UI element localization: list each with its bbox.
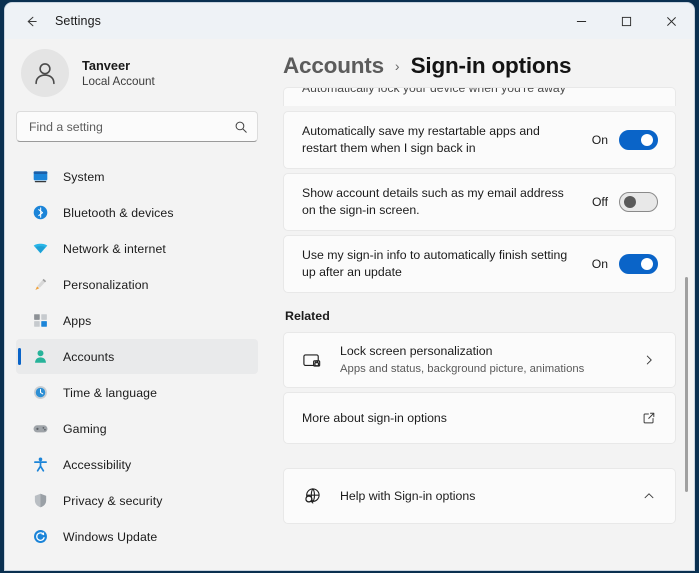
setting-toggle-row[interactable]: Automatically save my restartable apps a… [283,111,676,169]
accessibility-icon [32,456,49,473]
toggle-state-label: On [589,257,608,271]
system-icon [32,168,49,185]
time-language-icon [32,384,49,401]
sidebar-item-label: Bluetooth & devices [63,206,174,220]
clipped-setting-label: Automatically lock your device when you'… [284,87,675,95]
chevron-right-icon[interactable] [639,354,659,366]
toggle-knob [641,134,653,146]
sidebar-item-label: Accounts [63,350,114,364]
main-content: Accounts › Sign-in options Automatically… [269,39,694,570]
sidebar-item-label: Accessibility [63,458,131,472]
sidebar-item-gaming[interactable]: Gaming [16,411,258,446]
maximize-icon[interactable] [604,3,649,39]
sidebar-item-network-internet[interactable]: Network & internet [16,231,258,266]
help-with-sign-in-options-row[interactable]: Help with Sign-in options [283,468,676,524]
page-header: Accounts › Sign-in options [269,39,694,87]
lock-screen-title: Lock screen personalization [340,343,622,360]
account-summary[interactable]: Tanveer Local Account [16,39,258,111]
lock-screen-personalization-row[interactable]: Lock screen personalization Apps and sta… [283,332,676,388]
toggle-control[interactable]: On [589,130,658,150]
network-icon [32,240,49,257]
settings-scroll-area[interactable]: Automatically lock your device when you'… [269,87,694,570]
sidebar-item-label: Apps [63,314,91,328]
search-input[interactable] [29,120,234,134]
setting-label: Automatically save my restartable apps a… [302,123,589,158]
setting-label: Show account details such as my email ad… [302,185,589,220]
settings-window: Settings T [4,2,695,571]
lock-screen-text: Lock screen personalization Apps and sta… [340,343,622,377]
scrollbar-thumb[interactable] [685,277,688,492]
sidebar-item-label: Network & internet [63,242,166,256]
sidebar-item-time-language[interactable]: Time & language [16,375,258,410]
lock-screen-icon [302,350,323,371]
account-type: Local Account [82,74,155,90]
setting-toggle-row[interactable]: Use my sign-in info to automatically fin… [283,235,676,293]
bluetooth-icon [32,204,49,221]
more-about-label: More about sign-in options [302,411,639,425]
window-body: Tanveer Local Account System Bluetooth & … [5,39,694,570]
scrollbar[interactable] [682,87,691,570]
related-section-title: Related [285,309,676,323]
search-icon[interactable] [234,120,248,134]
shield-icon [32,492,49,509]
back-arrow-icon[interactable] [13,6,49,36]
toggle-card-list: Automatically save my restartable apps a… [283,111,676,293]
breadcrumb-parent[interactable]: Accounts [283,53,384,79]
accounts-person-icon [32,348,49,365]
breadcrumb: Accounts › Sign-in options [283,53,694,79]
sidebar-item-bluetooth-devices[interactable]: Bluetooth & devices [16,195,258,230]
clipped-setting-row[interactable]: Automatically lock your device when you'… [283,87,676,106]
sidebar-item-accounts[interactable]: Accounts [16,339,258,374]
sidebar-item-label: Time & language [63,386,157,400]
setting-label: Use my sign-in info to automatically fin… [302,247,589,282]
sidebar-item-windows-update[interactable]: Windows Update [16,519,258,554]
sidebar-item-label: Privacy & security [63,494,163,508]
help-globe-icon [302,486,323,507]
toggle-control[interactable]: On [589,254,658,274]
sidebar-item-label: Windows Update [63,530,157,544]
toggle-switch[interactable] [619,254,658,274]
help-title: Help with Sign-in options [340,488,622,505]
toggle-state-label: On [589,133,608,147]
sidebar-nav: System Bluetooth & devices Network & inter… [16,159,258,554]
sidebar-item-accessibility[interactable]: Accessibility [16,447,258,482]
sidebar-item-personalization[interactable]: Personalization [16,267,258,302]
title-bar: Settings [5,3,694,39]
person-avatar-icon [21,49,69,97]
toggle-knob [641,258,653,270]
window-controls [559,3,694,39]
account-name: Tanveer [82,57,155,74]
sidebar-item-label: System [63,170,105,184]
sidebar: Tanveer Local Account System Bluetooth & … [5,39,269,570]
more-about-sign-in-options-row[interactable]: More about sign-in options [283,392,676,444]
help-text: Help with Sign-in options [340,488,622,505]
settings-list: Automatically lock your device when you'… [283,87,676,524]
setting-toggle-row[interactable]: Show account details such as my email ad… [283,173,676,231]
personalization-brush-icon [32,276,49,293]
sidebar-item-label: Gaming [63,422,107,436]
external-link-icon[interactable] [639,411,659,425]
toggle-control[interactable]: Off [589,192,658,212]
search-box[interactable] [16,111,258,142]
page-title: Sign-in options [411,53,572,79]
windows-update-icon [32,528,49,545]
toggle-switch[interactable] [619,130,658,150]
breadcrumb-separator-icon: › [395,58,400,74]
chevron-up-icon[interactable] [639,490,659,502]
sidebar-item-label: Personalization [63,278,149,292]
gaming-controller-icon [32,420,49,437]
minimize-icon[interactable] [559,3,604,39]
apps-icon [32,312,49,329]
toggle-switch[interactable] [619,192,658,212]
sidebar-item-privacy-security[interactable]: Privacy & security [16,483,258,518]
sidebar-item-system[interactable]: System [16,159,258,194]
sidebar-item-apps[interactable]: Apps [16,303,258,338]
close-icon[interactable] [649,3,694,39]
toggle-state-label: Off [589,195,608,209]
app-title: Settings [55,14,101,28]
lock-screen-subtitle: Apps and status, background picture, ani… [340,361,622,377]
toggle-knob [624,196,636,208]
